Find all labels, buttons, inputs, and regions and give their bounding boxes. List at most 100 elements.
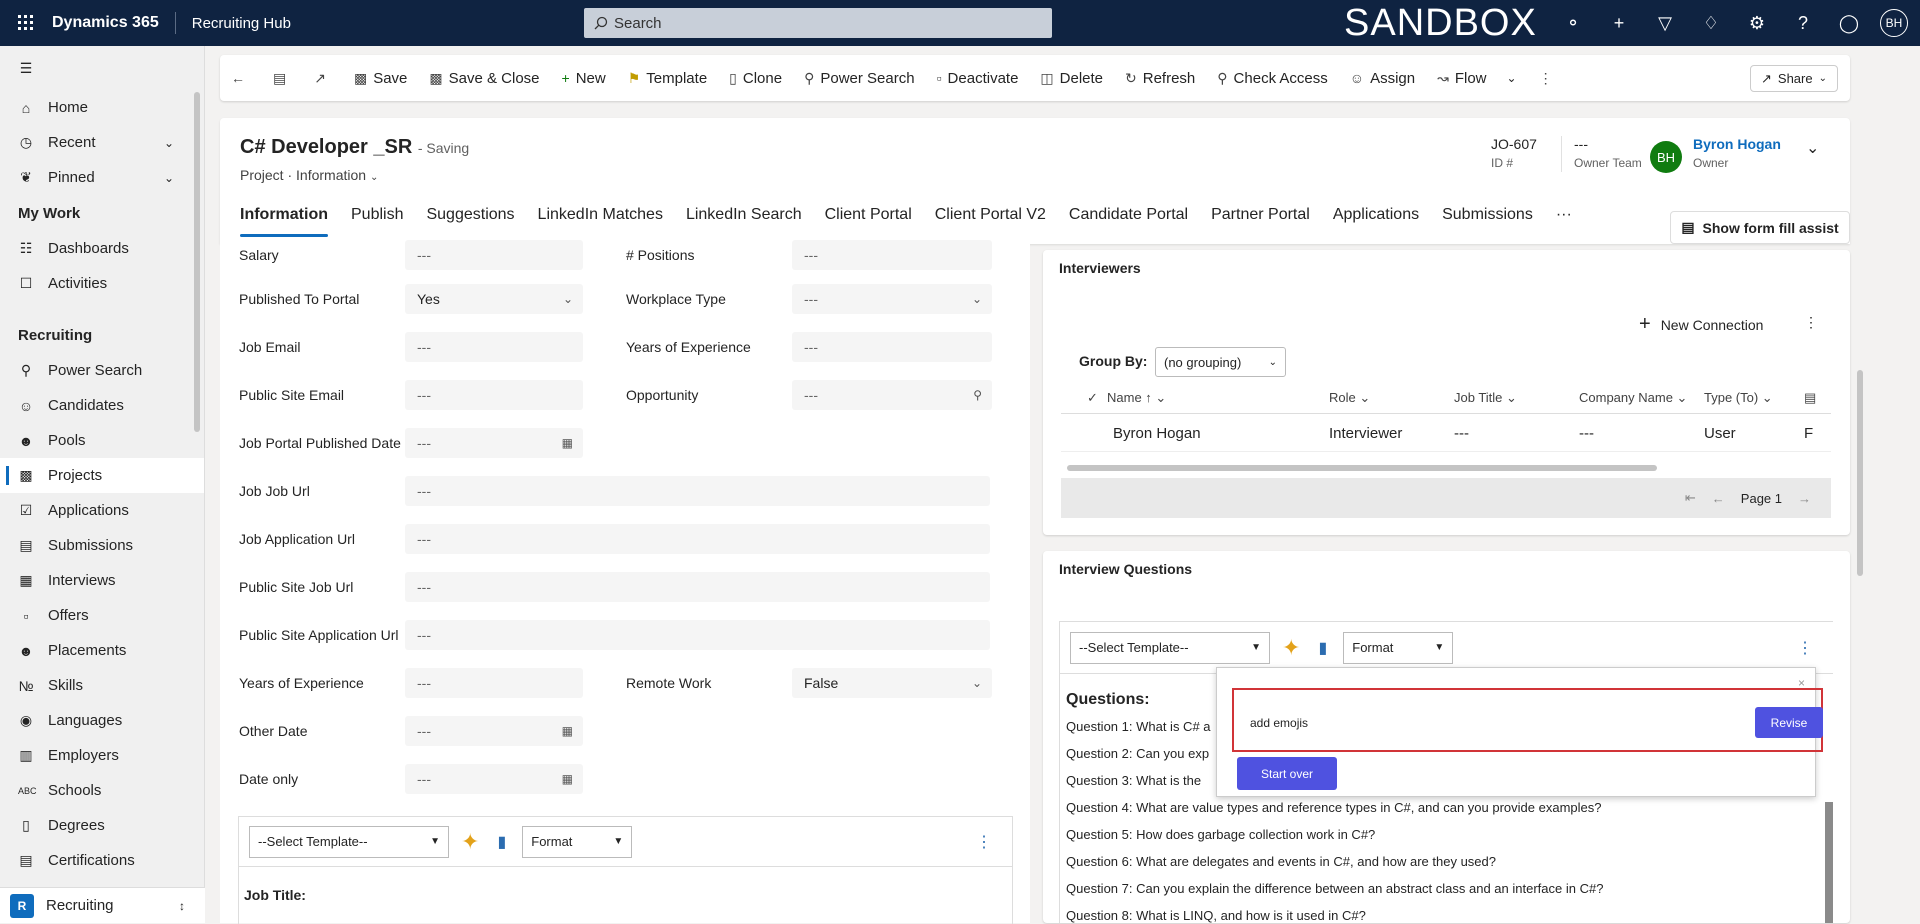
tab-candidate-portal[interactable]: Candidate Portal	[1069, 200, 1188, 240]
ai-sparkle-icon[interactable]: ✦	[461, 829, 479, 855]
job-email-input[interactable]: ---	[405, 332, 583, 362]
document-icon[interactable]: ▮	[1318, 638, 1327, 658]
sidebar-item-home[interactable]: ⌂ Home	[0, 90, 204, 125]
sidebar-item-employers[interactable]: ▥ Employers	[0, 738, 204, 773]
deactivate-button[interactable]: ▫ Deactivate	[926, 55, 1030, 101]
gear-icon[interactable]: ⚙	[1734, 13, 1780, 34]
tab-linkedin-matches[interactable]: LinkedIn Matches	[538, 200, 663, 240]
lightbulb-icon[interactable]: ⚬	[1550, 13, 1596, 34]
positions-input[interactable]: ---	[792, 240, 992, 270]
tab-suggestions[interactable]: Suggestions	[426, 200, 514, 240]
sidebar-item-certifications[interactable]: ▤ Certifications	[0, 843, 204, 878]
back-button[interactable]: ←	[220, 55, 262, 101]
tab-partner-portal[interactable]: Partner Portal	[1211, 200, 1310, 240]
page-scrollbar[interactable]	[1857, 370, 1863, 576]
years-experience-2-input[interactable]: ---	[405, 668, 583, 698]
sidebar-item-projects[interactable]: ▩ Projects	[0, 458, 204, 493]
copilot-icon[interactable]: ◯	[1826, 13, 1872, 34]
tab-publish[interactable]: Publish	[351, 200, 403, 240]
questions-template-select[interactable]: --Select Template-- ▼	[1070, 631, 1270, 664]
date-only-input[interactable]: --- ▦	[405, 764, 583, 794]
power-search-button[interactable]: ⚲ Power Search	[793, 55, 925, 101]
search-icon[interactable]: ⚲	[973, 388, 982, 402]
horizontal-scrollbar[interactable]	[1067, 465, 1657, 471]
table-row[interactable]: Byron Hogan Interviewer --- --- User F	[1061, 416, 1831, 452]
owner-link[interactable]: Byron Hogan	[1693, 136, 1781, 152]
calendar-icon[interactable]: ▦	[562, 724, 573, 738]
cell-name[interactable]: Byron Hogan	[1061, 425, 1329, 442]
column-header-role[interactable]: Role ⌄	[1329, 390, 1454, 406]
refresh-button[interactable]: ↻ Refresh	[1114, 55, 1206, 101]
more-commands-button[interactable]: ⋮	[1528, 55, 1570, 101]
sidebar-menu-toggle[interactable]: ☰	[0, 46, 204, 90]
sidebar-item-pools[interactable]: ☻ Pools	[0, 423, 204, 458]
brand-name[interactable]: Dynamics 365	[52, 12, 176, 34]
sidebar-item-skills[interactable]: № Skills	[0, 668, 204, 703]
app-launcher-icon[interactable]	[0, 0, 52, 46]
sidebar-item-pinned[interactable]: ❦ Pinned ⌄	[0, 160, 204, 195]
job-application-url-input[interactable]: ---	[405, 524, 990, 554]
column-header-company-name[interactable]: Company Name ⌄	[1579, 390, 1704, 406]
document-icon[interactable]: ▮	[497, 832, 506, 852]
form-fill-assist-button[interactable]: ▤ Show form fill assist	[1670, 211, 1850, 244]
app-name[interactable]: Recruiting Hub	[176, 15, 291, 32]
flow-button[interactable]: ↝ Flow ⌄	[1426, 55, 1527, 101]
area-switcher[interactable]: R Recruiting ↕	[0, 887, 205, 923]
questions-scrollbar[interactable]	[1825, 802, 1833, 923]
global-search-input[interactable]: Search	[584, 8, 1052, 38]
delete-button[interactable]: ◫ Delete	[1029, 55, 1114, 101]
template-button[interactable]: ⚑ Template	[617, 55, 718, 101]
sidebar-item-languages[interactable]: ◉ Languages	[0, 703, 204, 738]
calendar-icon[interactable]: ▦	[562, 436, 573, 450]
chevron-down-icon[interactable]: ⌄	[164, 136, 174, 150]
more-vertical-icon[interactable]: ⋮	[976, 832, 992, 852]
sidebar-item-degrees[interactable]: ▯ Degrees	[0, 808, 204, 843]
check-access-button[interactable]: ⚲ Check Access	[1206, 55, 1338, 101]
plus-icon[interactable]: +	[1596, 13, 1642, 34]
owner-avatar[interactable]: BH	[1650, 141, 1682, 173]
tab-linkedin-search[interactable]: LinkedIn Search	[686, 200, 802, 240]
previous-page-icon[interactable]: ←	[1712, 491, 1725, 506]
other-date-input[interactable]: --- ▦	[405, 716, 583, 746]
tab-more[interactable]: ···	[1556, 200, 1572, 240]
new-button[interactable]: + New	[551, 55, 617, 101]
questions-format-select[interactable]: Format ▼	[1343, 631, 1454, 664]
form-selector[interactable]: Information	[296, 167, 366, 183]
job-url-input[interactable]: ---	[405, 476, 990, 506]
tab-submissions[interactable]: Submissions	[1442, 200, 1533, 240]
sidebar-item-activities[interactable]: ☐ Activities	[0, 266, 204, 301]
chevron-down-icon[interactable]: ⌄	[164, 171, 174, 185]
template-select[interactable]: --Select Template-- ▼	[249, 825, 449, 858]
published-select[interactable]: Yes ⌄	[405, 284, 583, 314]
filter-icon[interactable]: ▽	[1642, 13, 1688, 34]
sidebar-item-submissions[interactable]: ▤ Submissions	[0, 528, 204, 563]
sidebar-item-interviews[interactable]: ▦ Interviews	[0, 563, 204, 598]
chevron-down-icon[interactable]: ⌄	[370, 172, 378, 183]
opportunity-lookup[interactable]: --- ⚲	[792, 380, 992, 410]
public-app-url-input[interactable]: ---	[405, 620, 990, 650]
tab-client-portal[interactable]: Client Portal	[825, 200, 912, 240]
sidebar-item-power-search[interactable]: ⚲ Power Search	[0, 353, 204, 388]
share-button[interactable]: ↗ Share ⌄	[1750, 65, 1838, 92]
first-page-icon[interactable]: ⇤	[1685, 490, 1696, 506]
bell-icon[interactable]: ♢	[1688, 13, 1734, 34]
record-set-button[interactable]: ▤	[262, 55, 303, 101]
sidebar-item-offers[interactable]: ▫ Offers	[0, 598, 204, 633]
start-over-button[interactable]: Start over	[1237, 757, 1337, 790]
sidebar-item-recent[interactable]: ◷ Recent ⌄	[0, 125, 204, 160]
tab-applications[interactable]: Applications	[1333, 200, 1419, 240]
revise-prompt-input[interactable]: add emojis	[1244, 709, 1744, 737]
revise-button[interactable]: Revise	[1755, 707, 1823, 738]
column-header-job-title[interactable]: Job Title ⌄	[1454, 390, 1579, 406]
column-options-icon[interactable]: ▤	[1804, 390, 1824, 406]
open-new-window-button[interactable]: ↗	[303, 55, 343, 101]
remote-work-select[interactable]: False ⌄	[792, 668, 992, 698]
portal-date-input[interactable]: --- ▦	[405, 428, 583, 458]
sidebar-item-applications[interactable]: ☑ Applications	[0, 493, 204, 528]
public-job-url-input[interactable]: ---	[405, 572, 990, 602]
sidebar-item-placements[interactable]: ☻ Placements	[0, 633, 204, 668]
sidebar-scrollbar[interactable]	[194, 92, 200, 432]
ai-sparkle-icon[interactable]: ✦	[1282, 635, 1300, 661]
assign-button[interactable]: ☺ Assign	[1339, 55, 1426, 101]
clone-button[interactable]: ▯ Clone	[718, 55, 793, 101]
